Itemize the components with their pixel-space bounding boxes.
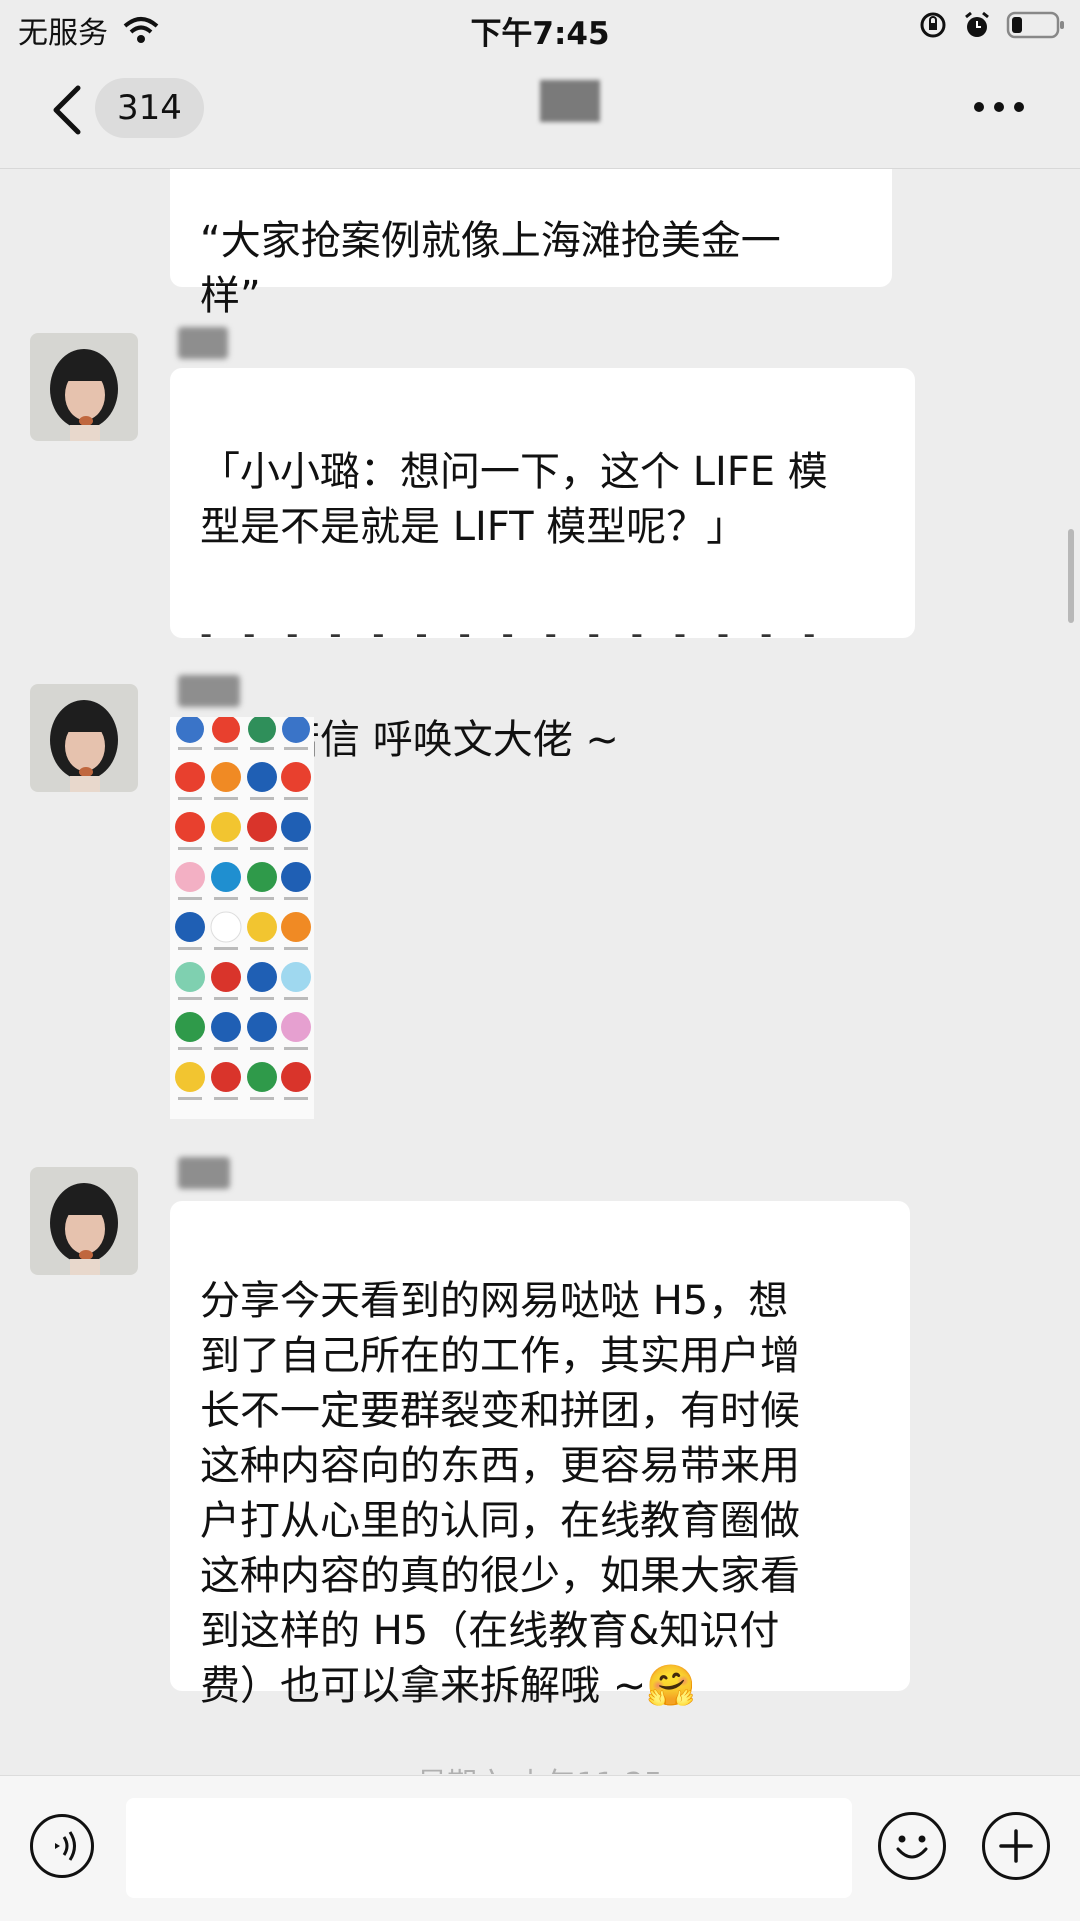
back-chevron-icon[interactable] <box>48 84 88 136</box>
avatar[interactable] <box>30 1167 138 1275</box>
quoted-message: 「小小璐：想问一下，这个 LIFE 模 型是不是就是 LIFT 模型呢？」 <box>200 449 828 550</box>
plus-icon[interactable] <box>982 1812 1050 1880</box>
hugging-face-emoji-icon: 🤗 <box>646 1663 697 1709</box>
status-right <box>918 10 1066 40</box>
chat-title-redacted <box>540 80 600 122</box>
message-bubble-1[interactable]: “大家抢案例就像上海滩抢美金一 样” <box>170 169 892 319</box>
lock-rotation-icon <box>920 12 946 38</box>
alarm-icon <box>965 11 989 37</box>
battery-icon <box>1006 11 1064 39</box>
sender-name-redacted <box>178 675 240 707</box>
sender-name-redacted <box>178 1157 230 1189</box>
avatar[interactable] <box>30 684 138 792</box>
message-input[interactable] <box>126 1798 852 1898</box>
quote-divider: - - - - - - - - - - - - - - - <box>200 614 826 654</box>
chat-area[interactable]: “大家抢案例就像上海滩抢美金一 样” 「小小璐：想问一下，这个 LIFE 模 型… <box>0 169 1080 1774</box>
message-bubble-2[interactable]: 「小小璐：想问一下，这个 LIFE 模 型是不是就是 LIFT 模型呢？」 - … <box>170 368 915 763</box>
voice-icon[interactable] <box>30 1814 94 1878</box>
emoji-icon[interactable] <box>878 1812 946 1880</box>
scrollbar-thumb[interactable] <box>1068 529 1074 623</box>
avatar[interactable] <box>30 333 138 441</box>
message-text: “大家抢案例就像上海滩抢美金一 样” <box>200 218 781 319</box>
more-dots-icon[interactable] <box>974 102 1024 112</box>
message-text: 分享今天看到的网易哒哒 H5，想 到了自己所在的工作，其实用户增 长不一定要群裂… <box>200 1278 800 1709</box>
sender-name-redacted <box>178 327 228 359</box>
message-timestamp: 星期六 上午11:25 <box>0 1759 1080 1774</box>
status-bar: 无服务 下午7:45 <box>0 0 1080 54</box>
input-bar <box>0 1775 1080 1921</box>
unread-count-badge[interactable]: 314 <box>95 78 204 138</box>
image-message-thumbnail[interactable] <box>170 717 314 1119</box>
nav-bar: 314 <box>0 54 1080 169</box>
message-bubble-4[interactable]: 分享今天看到的网易哒哒 H5，想 到了自己所在的工作，其实用户增 长不一定要群裂… <box>170 1201 910 1709</box>
